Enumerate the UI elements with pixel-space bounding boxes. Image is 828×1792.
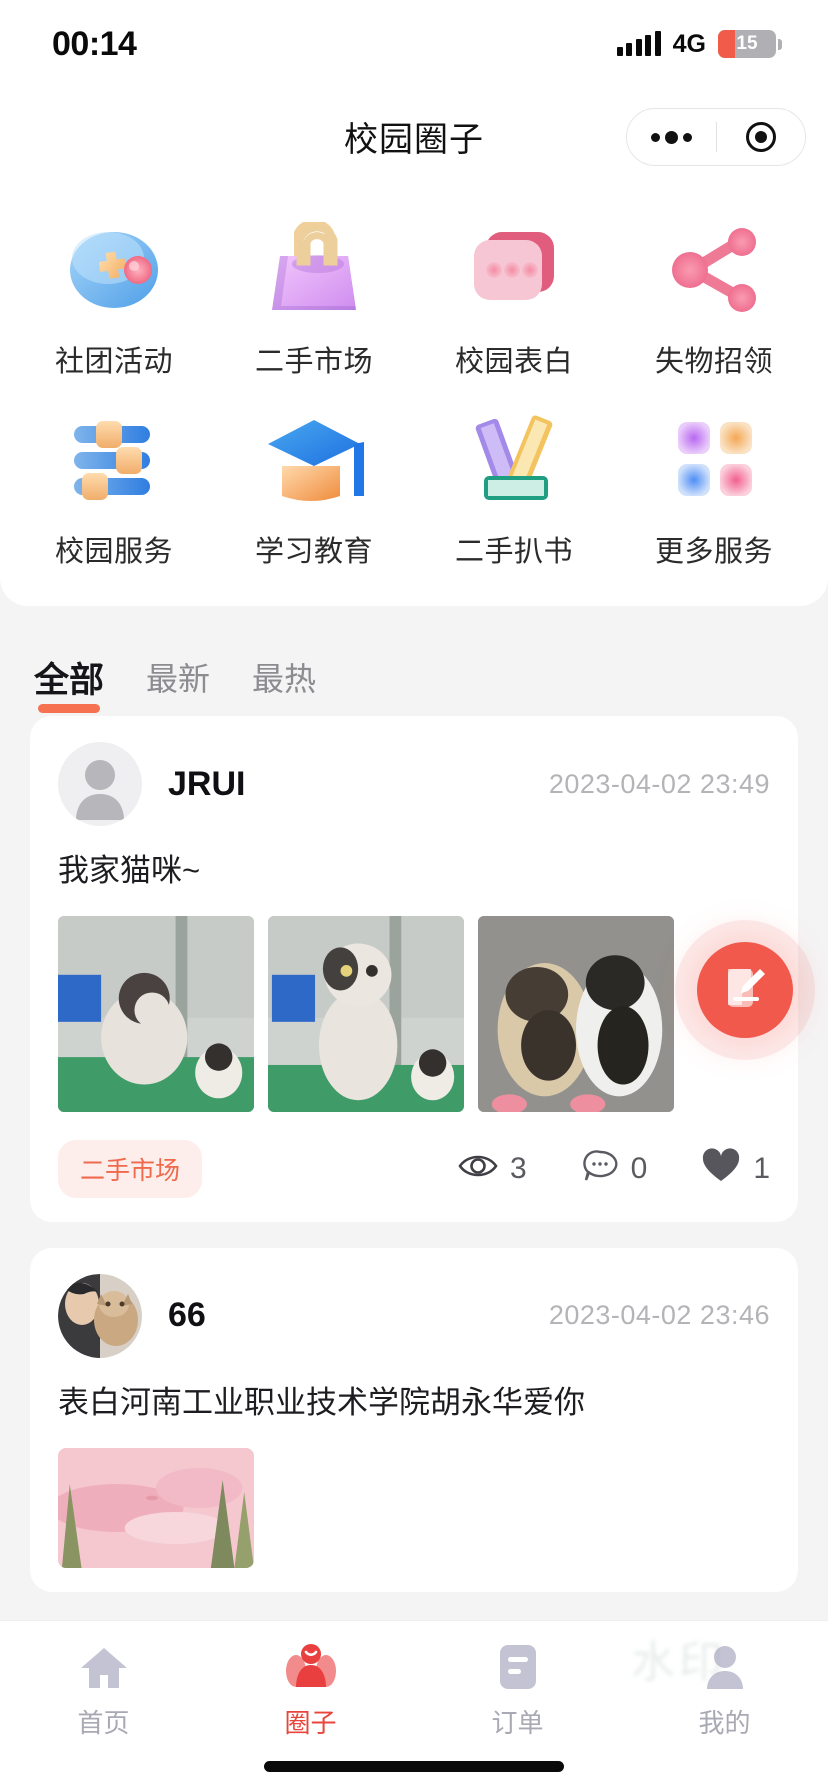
share-nodes-icon: [655, 214, 773, 326]
grid-item-label: 二手市场: [254, 346, 373, 378]
active-tab-underline: [38, 703, 101, 713]
battery-level-label: 15: [736, 33, 758, 54]
comment-count[interactable]: 0: [581, 1149, 648, 1188]
grid-item-label: 校园服务: [54, 536, 173, 568]
tab-label: 最热: [252, 661, 317, 697]
default-avatar-icon[interactable]: [58, 742, 142, 826]
view-count-value: 3: [509, 1151, 527, 1185]
service-grid: 社团活动 二手市场 校园表白 失物招领 校园服务 学习教育 二手扒书 更多服务: [14, 200, 814, 570]
tab-newest[interactable]: 最新: [146, 654, 210, 706]
view-count[interactable]: 3: [458, 1152, 527, 1186]
tabbar-item-orders[interactable]: 订单: [414, 1641, 621, 1740]
signal-bars-icon: [616, 31, 661, 56]
home-icon: [78, 1641, 130, 1693]
tabbar-item-circle[interactable]: 圈子: [207, 1641, 414, 1740]
status-clock: 00:14: [52, 24, 137, 63]
grid-item-label: 失物招领: [654, 346, 773, 378]
compose-post-button[interactable]: [697, 942, 793, 1038]
bottom-tab-bar: 首页 圈子 订单 我的 水印: [0, 1620, 828, 1792]
grid-item-label: 学习教育: [254, 536, 373, 568]
tabbar-label: 订单: [491, 1708, 544, 1738]
post-image[interactable]: [268, 915, 464, 1112]
post-header: 66 2023-04-02 23:46: [58, 1273, 770, 1358]
heart-icon: [701, 1148, 741, 1189]
grid-item-more-services[interactable]: 更多服务: [614, 390, 814, 570]
tabbar-label: 首页: [77, 1708, 130, 1738]
people-circle-icon: [285, 1641, 337, 1693]
grid-apps-icon: [655, 404, 773, 516]
comment-icon: [581, 1149, 619, 1188]
post-footer: 二手市场 3 0 1: [58, 1139, 770, 1198]
post-timestamp: 2023-04-02 23:49: [548, 768, 770, 799]
post-card[interactable]: 66 2023-04-02 23:46 表白河南工业职业技术学院胡永华爱你: [30, 1247, 798, 1592]
grid-item-campus-service[interactable]: 校园服务: [14, 390, 214, 570]
app-screen: 00:14 4G 15 校园圈子 社团活动 二手市场 校园表白 失物招领 校园服…: [0, 0, 828, 1792]
post-image[interactable]: [58, 1447, 254, 1568]
post-tag-badge[interactable]: 二手市场: [58, 1139, 203, 1198]
post-card[interactable]: JRUI 2023-04-02 23:49 我家猫咪~ 二手市场 3 0 1: [30, 716, 798, 1222]
post-username: 66: [168, 1296, 206, 1335]
gamepad-icon: [55, 214, 173, 326]
post-stats: 3 0 1: [458, 1148, 770, 1189]
grid-item-label: 更多服务: [654, 536, 773, 568]
tabbar-label: 圈子: [284, 1708, 337, 1738]
tab-all[interactable]: 全部: [34, 652, 105, 713]
grid-item-club-activity[interactable]: 社团活动: [14, 200, 214, 380]
chat-bubble-icon: [455, 214, 573, 326]
post-feed[interactable]: JRUI 2023-04-02 23:49 我家猫咪~ 二手市场 3 0 1 6…: [0, 716, 828, 1620]
home-indicator: [264, 1761, 564, 1772]
post-image[interactable]: [478, 915, 674, 1112]
eye-icon: [458, 1152, 498, 1185]
feed-filter-tabs: 全部 最新 最热: [0, 636, 828, 724]
post-header: JRUI 2023-04-02 23:49: [58, 742, 770, 826]
person-icon: [699, 1641, 751, 1693]
status-indicators: 4G 15: [616, 29, 782, 59]
post-username: JRUI: [168, 764, 246, 803]
network-type-label: 4G: [672, 29, 706, 58]
grid-item-label: 二手扒书: [454, 536, 573, 568]
grid-item-second-hand-market[interactable]: 二手市场: [214, 200, 414, 380]
tabbar-label: 我的: [698, 1708, 751, 1738]
order-list-icon: [492, 1641, 544, 1693]
battery-icon: 15: [718, 30, 782, 58]
more-dots-icon[interactable]: [627, 130, 716, 144]
wechat-capsule-bar[interactable]: [626, 108, 806, 166]
post-content: 表白河南工业职业技术学院胡永华爱你: [58, 1384, 585, 1420]
graduation-cap-icon: [255, 404, 373, 516]
service-grid-card: 社团活动 二手市场 校园表白 失物招领 校园服务 学习教育 二手扒书 更多服务: [0, 184, 828, 606]
user-photo-avatar[interactable]: [58, 1273, 142, 1358]
post-content: 我家猫咪~: [58, 853, 201, 888]
page-title: 校园圈子: [344, 120, 484, 159]
post-image-gallery: [58, 915, 770, 1112]
sliders-icon: [55, 404, 173, 516]
books-icon: [455, 404, 573, 516]
tabbar-item-home[interactable]: 首页: [0, 1641, 207, 1740]
grid-item-second-hand-books[interactable]: 二手扒书: [414, 390, 614, 570]
status-bar: 00:14 4G 15: [0, 0, 828, 88]
comment-count-value: 0: [630, 1151, 648, 1185]
post-timestamp: 2023-04-02 23:46: [548, 1300, 770, 1331]
grid-item-study-education[interactable]: 学习教育: [214, 390, 414, 570]
like-count[interactable]: 1: [701, 1148, 770, 1189]
compose-edit-icon: [720, 963, 770, 1018]
like-count-value: 1: [753, 1151, 770, 1185]
grid-item-lost-and-found[interactable]: 失物招领: [614, 200, 814, 380]
handbag-icon: [255, 214, 373, 326]
grid-item-label: 校园表白: [454, 346, 573, 378]
tab-label: 全部: [34, 660, 105, 700]
nav-bar: 校园圈子: [0, 88, 828, 184]
target-circle-icon[interactable]: [717, 122, 806, 152]
tabbar-item-mine[interactable]: 我的: [621, 1641, 828, 1740]
grid-item-label: 社团活动: [54, 346, 173, 378]
post-image[interactable]: [58, 915, 254, 1112]
tab-label: 最新: [146, 661, 211, 697]
tab-hottest[interactable]: 最热: [252, 654, 316, 706]
grid-item-campus-confession[interactable]: 校园表白: [414, 200, 614, 380]
